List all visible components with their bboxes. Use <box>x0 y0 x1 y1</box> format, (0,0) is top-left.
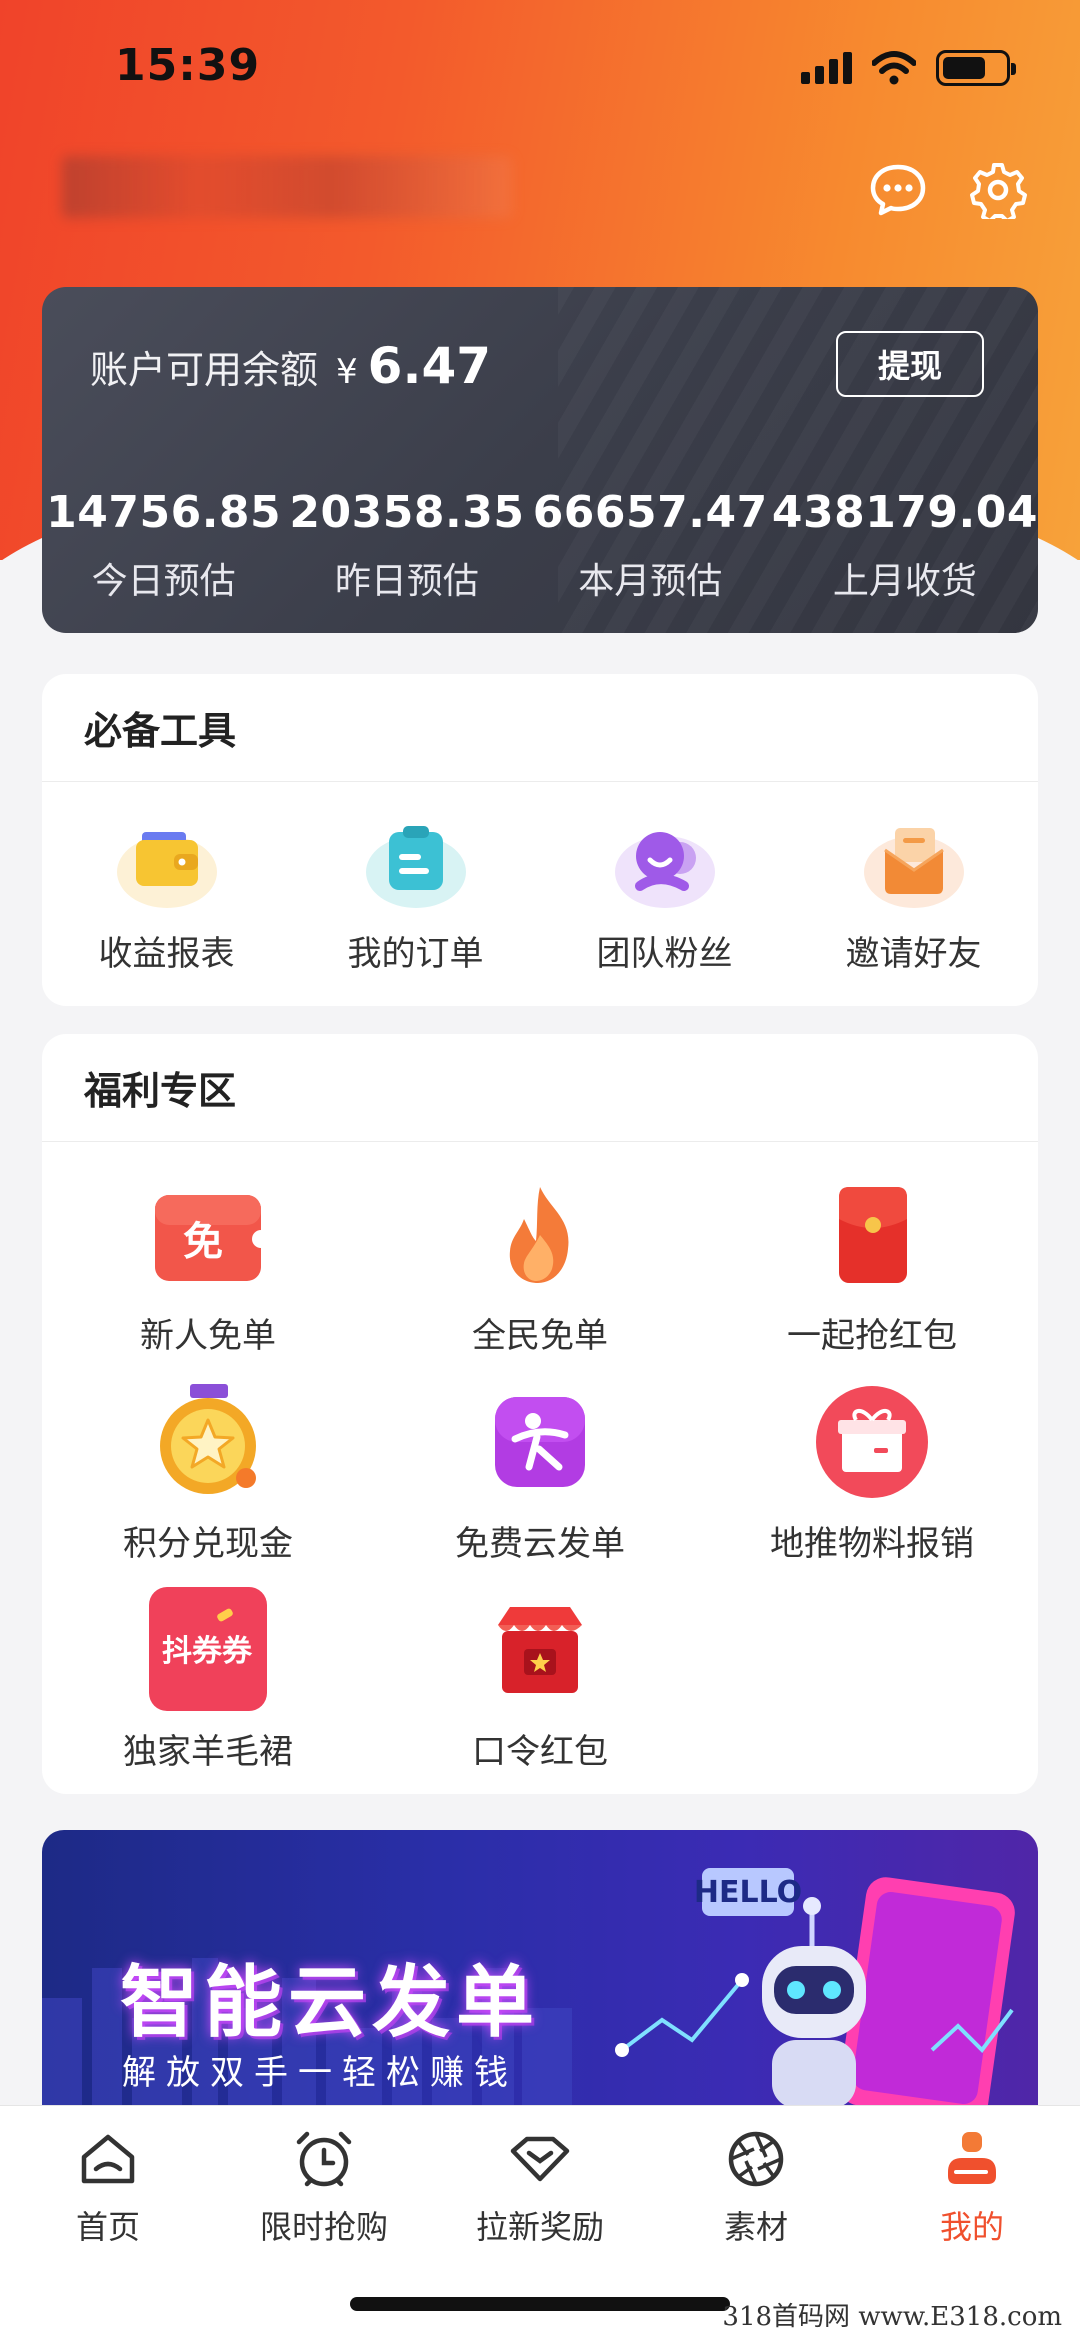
diamond-icon <box>505 2124 575 2194</box>
balance-card: 账户可用余额 ¥ 6.47 提现 14756.85 今日预估 20358.35 … <box>42 287 1038 633</box>
stat-label: 昨日预估 <box>334 561 479 602</box>
tab-referral-rewards[interactable]: 拉新奖励 <box>432 2124 648 2248</box>
aperture-icon <box>721 2124 791 2194</box>
clipboard-icon <box>361 810 471 910</box>
welfare-red-packet-grab[interactable]: 一起抢红包 <box>706 1174 1038 1382</box>
free-ticket-icon: 免 <box>138 1174 278 1294</box>
welfare-label: 新人免单 <box>140 1316 276 1356</box>
welfare-materials-reimburse[interactable]: 地推物料报销 <box>706 1382 1038 1590</box>
stat-value: 438179.04 <box>771 487 1038 538</box>
welfare-label: 地推物料报销 <box>770 1524 974 1564</box>
chat-bubble-icon[interactable] <box>868 160 928 220</box>
stat-this-month[interactable]: 66657.47 本月预估 <box>529 487 772 604</box>
profile-icon <box>937 2124 1007 2194</box>
tools-grid: 收益报表 我的订单 团队粉丝 邀请好友 <box>42 782 1038 975</box>
bottom-tab-bar: 首页 限时抢购 拉新奖励 素材 我的 318首码网 www.E318.com <box>0 2105 1080 2337</box>
welfare-label: 免费云发单 <box>455 1524 625 1564</box>
tools-panel: 必备工具 收益报表 我的订单 团队粉丝 邀请好友 <box>42 674 1038 1006</box>
banner-title: 智能云发单 <box>120 1958 541 2048</box>
welfare-label: 积分兑现金 <box>123 1524 293 1564</box>
balance-value: 6.47 <box>367 337 492 395</box>
welfare-password-red-packet[interactable]: 口令红包 <box>374 1590 706 1798</box>
welfare-exclusive-deal[interactable]: 抖券券 独家羊毛裙 <box>42 1587 374 1798</box>
welfare-grid: 免 新人免单 全民免单 一起抢红包 积分兑现金 免费云发单 地推物料报销 抖券券… <box>42 1142 1038 1798</box>
coupon-icon: 抖券券 <box>138 1587 278 1711</box>
welfare-panel: 福利专区 免 新人免单 全民免单 一起抢红包 积分兑现金 免费云发单 地推物料报… <box>42 1034 1038 1794</box>
star-medal-icon <box>138 1382 278 1502</box>
tab-profile[interactable]: 我的 <box>864 2124 1080 2248</box>
tool-label: 我的订单 <box>347 934 484 974</box>
tool-label: 团队粉丝 <box>596 934 733 974</box>
balance-label: 账户可用余额 <box>90 348 319 392</box>
wallet-icon <box>112 810 222 910</box>
gift-box-icon <box>802 1382 942 1502</box>
tool-earnings-report[interactable]: 收益报表 <box>42 810 291 975</box>
tabs: 首页 限时抢购 拉新奖励 素材 我的 <box>0 2106 1080 2248</box>
stat-label: 本月预估 <box>578 561 723 602</box>
home-indicator <box>350 2297 730 2311</box>
stat-last-month[interactable]: 438179.04 上月收货 <box>772 487 1038 604</box>
tools-title: 必备工具 <box>42 674 1038 782</box>
coupon-text: 抖券券 <box>162 1634 253 1669</box>
alarm-clock-icon <box>289 2124 359 2194</box>
tool-invite-friends[interactable]: 邀请好友 <box>789 810 1038 975</box>
tool-team-fans[interactable]: 团队粉丝 <box>540 810 789 975</box>
welfare-label: 全民免单 <box>472 1316 608 1356</box>
home-icon <box>73 2124 143 2194</box>
welfare-points-cash[interactable]: 积分兑现金 <box>42 1382 374 1590</box>
shop-red-packet-icon <box>470 1590 610 1710</box>
withdraw-button[interactable]: 提现 <box>836 331 984 397</box>
welfare-newcomer-free[interactable]: 免 新人免单 <box>42 1174 374 1382</box>
promo-banner[interactable]: HELLO 智能云发单 解放双手一轻松赚钱 <box>42 1830 1038 2108</box>
welfare-label: 独家羊毛裙 <box>123 1732 293 1772</box>
tab-home[interactable]: 首页 <box>0 2124 216 2248</box>
tab-label: 我的 <box>939 2208 1004 2246</box>
flame-icon <box>470 1174 610 1294</box>
tab-flash-sale[interactable]: 限时抢购 <box>216 2124 432 2248</box>
welfare-label: 一起抢红包 <box>787 1316 957 1356</box>
battery-icon <box>936 50 1016 86</box>
tab-label: 素材 <box>723 2208 788 2246</box>
currency-symbol: ¥ <box>336 352 358 392</box>
cellular-signal-icon <box>801 52 852 84</box>
status-icons <box>801 50 1016 86</box>
wifi-icon <box>872 51 916 85</box>
status-bar: 15:39 <box>0 0 1080 140</box>
banner-subtitle: 解放双手一轻松赚钱 <box>122 2053 518 2093</box>
stat-label: 今日预估 <box>91 561 236 602</box>
status-time: 15:39 <box>115 40 261 91</box>
balance-line: 账户可用余额 ¥ 6.47 <box>90 337 491 395</box>
envelope-icon <box>859 810 969 910</box>
tab-materials[interactable]: 素材 <box>648 2124 864 2248</box>
tool-label: 邀请好友 <box>845 934 982 974</box>
stat-label: 上月收货 <box>832 561 977 602</box>
gear-icon[interactable] <box>968 160 1028 220</box>
welfare-free-cloud-post[interactable]: 免费云发单 <box>374 1382 706 1590</box>
running-person-icon <box>470 1382 610 1502</box>
stat-yesterday[interactable]: 20358.35 昨日预估 <box>285 487 528 604</box>
hello-sign: HELLO <box>694 1875 802 1910</box>
tab-label: 首页 <box>75 2208 140 2246</box>
stat-today[interactable]: 14756.85 今日预估 <box>42 487 285 604</box>
smiley-group-icon <box>610 810 720 910</box>
tool-my-orders[interactable]: 我的订单 <box>291 810 540 975</box>
tab-label: 拉新奖励 <box>475 2208 604 2246</box>
free-ticket-text: 免 <box>183 1219 223 1265</box>
welfare-title: 福利专区 <box>42 1034 1038 1142</box>
welfare-universal-free[interactable]: 全民免单 <box>374 1174 706 1382</box>
tool-label: 收益报表 <box>98 934 235 974</box>
stat-value: 66657.47 <box>532 487 768 538</box>
earnings-stats: 14756.85 今日预估 20358.35 昨日预估 66657.47 本月预… <box>42 487 1038 604</box>
user-name-redacted <box>62 156 512 218</box>
welfare-label: 口令红包 <box>472 1732 608 1772</box>
watermark: 318首码网 www.E318.com <box>722 2302 1062 2332</box>
red-envelope-icon <box>802 1174 942 1294</box>
stat-value: 20358.35 <box>289 487 525 538</box>
robot-phone-illustration: HELLO <box>615 1868 1015 2108</box>
stat-value: 14756.85 <box>46 487 282 538</box>
tab-label: 限时抢购 <box>259 2208 388 2246</box>
